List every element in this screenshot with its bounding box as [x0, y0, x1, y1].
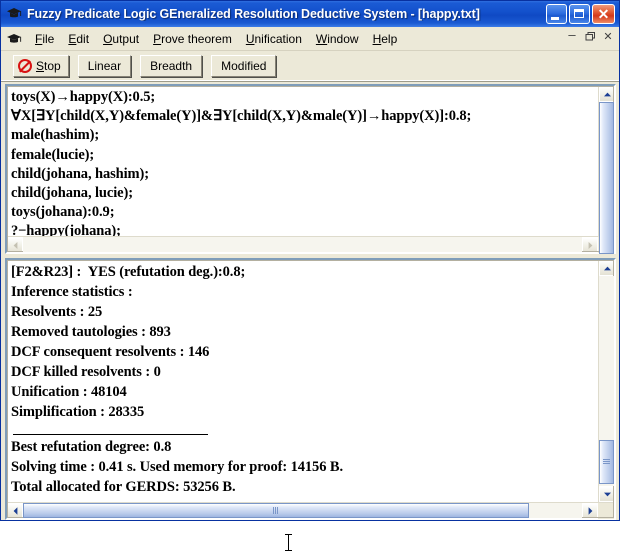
graduation-cap-icon[interactable] [6, 31, 22, 47]
editor-line: child(johana, hashim); [11, 165, 149, 182]
output-line: DCF consequent resolvents : 146 [11, 344, 210, 360]
output-line: [F2&R23] : YES (refutation deg.):0.8; [11, 264, 246, 280]
scroll-left-button[interactable] [7, 237, 23, 253]
output-line: Best refutation degree: 0.8 [11, 439, 172, 455]
close-button[interactable]: ✕ [592, 4, 615, 24]
output-line: Unification : 48104 [11, 384, 127, 400]
output-vertical-scrollbar[interactable] [598, 260, 615, 502]
scroll-down-button[interactable] [599, 486, 615, 502]
mdi-client-area: toys(X)→happy(X):0.5; ∀X[∃Y[child(X,Y)&f… [1, 82, 619, 551]
editor-line: ∀X[∃Y[child(X,Y)&female(Y)]&∃Y[child(X,Y… [11, 108, 472, 125]
output-separator-rule [13, 434, 208, 435]
scroll-left-button[interactable] [7, 503, 23, 519]
editor-line: child(johana, lucie); [11, 185, 133, 202]
application-window: Fuzzy Predicate Logic GEneralized Resolu… [0, 0, 620, 551]
scroll-right-button[interactable] [582, 503, 598, 519]
output-panel-inner: [F2&R23] : YES (refutation deg.):0.8; In… [7, 260, 615, 502]
no-entry-icon [18, 59, 32, 73]
source-editor-panel: toys(X)→happy(X):0.5; ∀X[∃Y[child(X,Y)&f… [5, 84, 616, 254]
mdi-restore-button[interactable] [582, 29, 598, 44]
menu-item-file[interactable]: File [28, 30, 61, 48]
graduation-cap-icon[interactable] [6, 6, 22, 22]
close-icon: ✕ [597, 5, 610, 22]
maximize-icon [574, 9, 584, 18]
output-line: Inference statistics : [11, 284, 133, 300]
output-line: Removed tautologies : 893 [11, 324, 171, 340]
scroll-thumb[interactable] [599, 440, 614, 484]
title-bar[interactable]: Fuzzy Predicate Logic GEneralized Resolu… [1, 1, 619, 27]
scroll-thumb-grip [273, 507, 279, 514]
menu-item-unification[interactable]: Unification [239, 30, 309, 48]
stop-button-label: Stop [36, 59, 61, 73]
source-editor-vertical-scrollbar[interactable] [598, 86, 615, 254]
editor-line: female(lucie); [11, 146, 95, 163]
output-line: Resolvents : 25 [11, 304, 103, 320]
menu-item-edit[interactable]: Edit [61, 30, 96, 48]
mdi-minimize-icon: – [568, 27, 576, 42]
editor-line: male(hashim); [11, 127, 100, 144]
mdi-child-buttons: – ✕ [564, 27, 616, 44]
output-line: Simplification : 28335 [11, 404, 145, 420]
source-editor-text[interactable]: toys(X)→happy(X):0.5; ∀X[∃Y[child(X,Y)&f… [7, 86, 598, 236]
breadth-button[interactable]: Breadth [140, 55, 203, 77]
menu-bar: File Edit Output Prove theorem Unificati… [1, 27, 619, 51]
output-line: DCF killed resolvents : 0 [11, 364, 161, 380]
maximize-button[interactable] [569, 4, 590, 24]
editor-line: ?−happy(johana); [11, 223, 121, 236]
text-cursor [285, 534, 292, 551]
minimize-button[interactable] [546, 4, 567, 24]
output-panel-text[interactable]: [F2&R23] : YES (refutation deg.):0.8; In… [7, 260, 598, 502]
source-editor-inner: toys(X)→happy(X):0.5; ∀X[∃Y[child(X,Y)&f… [7, 86, 615, 254]
menu-item-window[interactable]: Window [309, 30, 366, 48]
caption-buttons: ✕ [546, 4, 615, 24]
scroll-thumb-grip [603, 459, 610, 465]
scroll-track[interactable] [23, 503, 582, 518]
menu-item-help[interactable]: Help [366, 30, 405, 48]
minimize-icon [551, 17, 559, 20]
stop-button[interactable]: Stop [13, 55, 69, 77]
scroll-thumb[interactable] [599, 102, 614, 254]
menu-item-output[interactable]: Output [96, 30, 146, 48]
mdi-minimize-button[interactable]: – [564, 27, 580, 44]
output-horizontal-scrollbar[interactable] [7, 502, 614, 519]
output-panel: [F2&R23] : YES (refutation deg.):0.8; In… [5, 258, 616, 520]
linear-button[interactable]: Linear [77, 55, 132, 77]
editor-line: toys(johana):0.9; [11, 204, 115, 221]
window-title: Fuzzy Predicate Logic GEneralized Resolu… [27, 7, 480, 21]
menu-item-prove-theorem[interactable]: Prove theorem [146, 30, 239, 48]
scroll-thumb[interactable] [23, 503, 529, 518]
scroll-right-button[interactable] [582, 237, 598, 253]
mdi-close-button[interactable]: ✕ [600, 29, 616, 44]
editor-line: toys(X)→happy(X):0.5; [11, 89, 156, 105]
modified-button[interactable]: Modified [211, 55, 277, 77]
scroll-track[interactable] [599, 102, 614, 254]
scroll-up-button[interactable] [599, 260, 615, 276]
mdi-close-icon: ✕ [603, 31, 613, 43]
output-line: Total allocated for GERDS: 53256 B. [11, 479, 236, 495]
scroll-up-button[interactable] [599, 86, 615, 102]
scrollbar-corner [598, 503, 614, 519]
output-line: Solving time : 0.41 s. Used memory for p… [11, 459, 343, 475]
source-editor-horizontal-scrollbar[interactable] [7, 236, 614, 253]
scroll-track[interactable] [599, 276, 614, 486]
scroll-track[interactable] [23, 237, 582, 252]
toolbar: Stop Linear Breadth Modified [1, 51, 619, 82]
mdi-restore-icon [582, 29, 598, 44]
